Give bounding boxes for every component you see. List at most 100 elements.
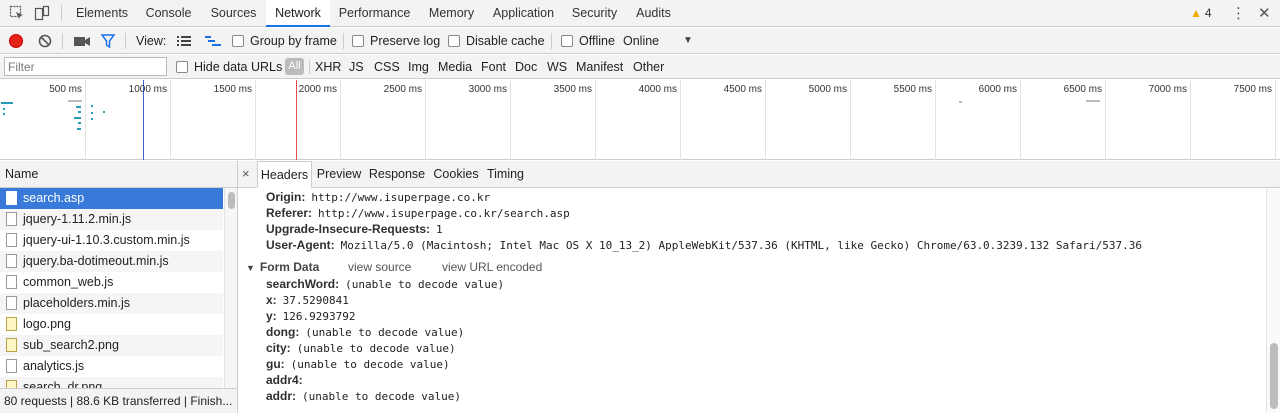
header-value[interactable]: http://www.isuperpage.co.kr/search.asp (318, 207, 570, 220)
clear-icon[interactable] (38, 34, 52, 48)
filter-type-media[interactable]: Media (438, 55, 472, 79)
throttling-select[interactable]: Online (623, 28, 659, 54)
details-tab-timing[interactable]: Timing (483, 161, 528, 187)
overview-tick-label: 2000 ms (298, 84, 337, 95)
tab-application[interactable]: Application (484, 0, 563, 27)
tab-console[interactable]: Console (137, 0, 200, 27)
request-row[interactable]: analytics.js (0, 356, 223, 377)
close-devtools-icon[interactable]: ✕ (1258, 0, 1271, 27)
preserve-log-checkbox[interactable]: Preserve log (352, 28, 440, 54)
hide-data-urls-checkbox[interactable]: Hide data URLs (176, 55, 282, 79)
scrollbar-thumb[interactable] (1270, 343, 1278, 409)
tab-audits[interactable]: Audits (626, 0, 681, 27)
disable-cache-checkbox[interactable]: Disable cache (448, 28, 545, 54)
view-url-encoded-link[interactable]: view URL encoded (442, 258, 542, 276)
collapse-triangle-icon[interactable]: ▼ (246, 263, 255, 273)
large-rows-icon[interactable] (177, 36, 191, 48)
tab-memory[interactable]: Memory (419, 0, 484, 27)
request-row[interactable]: search.asp (0, 188, 223, 209)
checkbox-box[interactable] (232, 35, 244, 47)
overview-request-bar (3, 113, 5, 115)
request-name: common_web.js (23, 275, 114, 289)
checkbox-box[interactable] (448, 35, 460, 47)
tab-elements[interactable]: Elements (67, 0, 137, 27)
waterfall-view-icon[interactable] (205, 36, 221, 48)
header-key: x: (266, 293, 277, 307)
checkbox-box[interactable] (352, 35, 364, 47)
header-value[interactable]: (unable to decode value) (305, 326, 464, 339)
request-row[interactable]: sub_search2.png (0, 335, 223, 356)
filter-type-img[interactable]: Img (408, 55, 429, 79)
more-options-icon[interactable]: ⋮ (1231, 0, 1246, 27)
filter-type-css[interactable]: CSS (374, 55, 400, 79)
record-button[interactable] (9, 34, 23, 48)
checkbox-box[interactable] (561, 35, 573, 47)
group-by-frame-checkbox[interactable]: Group by frame (232, 28, 337, 54)
document-file-icon (6, 359, 17, 373)
details-tab-cookies[interactable]: Cookies (430, 161, 482, 187)
overview-gridline (85, 80, 86, 160)
request-row[interactable]: jquery-1.11.2.min.js (0, 209, 223, 230)
network-overview[interactable]: 500 ms 1000 ms 1500 ms 2000 ms 2500 ms 3000 m… (0, 80, 1280, 160)
filter-type-doc[interactable]: Doc (515, 55, 537, 79)
header-value[interactable]: Mozilla/5.0 (Macintosh; Intel Mac OS X 1… (341, 239, 1142, 252)
scrollbar-thumb[interactable] (228, 192, 235, 209)
header-value[interactable]: (unable to decode value) (291, 358, 450, 371)
header-value[interactable]: (unable to decode value) (345, 278, 504, 291)
tab-performance[interactable]: Performance (330, 0, 419, 27)
request-row[interactable]: jquery-ui-1.10.3.custom.min.js (0, 230, 223, 251)
filter-type-ws[interactable]: WS (547, 55, 567, 79)
form-data-line: y: 126.9293792 (266, 308, 356, 324)
header-value[interactable]: (unable to decode value) (297, 342, 456, 355)
filter-type-other[interactable]: Other (633, 55, 664, 79)
request-row[interactable]: common_web.js (0, 272, 223, 293)
filter-type-xhr[interactable]: XHR (315, 55, 341, 79)
tab-network[interactable]: Network (266, 0, 330, 27)
filter-type-manifest[interactable]: Manifest (576, 55, 623, 79)
header-value[interactable]: 37.5290841 (283, 294, 349, 307)
warnings-counter[interactable]: ▲ 4 (1190, 0, 1212, 27)
network-summary: 80 requests | 88.6 KB transferred | Fini… (0, 388, 237, 413)
header-value[interactable]: 1 (436, 223, 443, 236)
close-details-icon[interactable]: × (242, 161, 250, 187)
inspect-element-icon[interactable] (9, 5, 25, 21)
chevron-down-icon[interactable]: ▼ (683, 28, 693, 54)
request-name: jquery.ba-dotimeout.min.js (23, 254, 169, 268)
header-value[interactable]: http://www.isuperpage.co.kr (311, 191, 490, 204)
device-toolbar-icon[interactable] (34, 5, 50, 21)
request-row[interactable]: logo.png (0, 314, 223, 335)
details-tab-response[interactable]: Response (366, 161, 428, 187)
toolbar-divider (551, 33, 552, 49)
overview-request-bar (91, 118, 93, 120)
header-key: city: (266, 341, 291, 355)
details-tab-preview[interactable]: Preview (313, 161, 365, 187)
filter-icon[interactable] (100, 34, 116, 49)
header-value[interactable]: 126.9293792 (283, 310, 356, 323)
filter-all-button[interactable]: All (285, 58, 304, 75)
details-tab-headers[interactable]: Headers (257, 161, 312, 188)
camera-icon[interactable] (74, 35, 90, 49)
filter-type-js[interactable]: JS (349, 55, 364, 79)
request-header-line: Upgrade-Insecure-Requests: 1 (266, 221, 443, 237)
filter-input[interactable] (4, 57, 167, 76)
overview-tick-label: 7500 ms (1233, 84, 1272, 95)
request-details-pane: × Headers Preview Response Cookies Timing Or… (238, 161, 1280, 413)
header-value[interactable]: (unable to decode value) (302, 390, 461, 403)
document-file-icon (6, 275, 17, 289)
request-row[interactable]: jquery.ba-dotimeout.min.js (0, 251, 223, 272)
name-column-header[interactable]: Name (0, 161, 237, 188)
tab-sources[interactable]: Sources (201, 0, 266, 27)
form-data-section[interactable]: ▼ Form Data view source view URL encoded (246, 258, 646, 276)
tab-security[interactable]: Security (563, 0, 626, 27)
overview-request-bar (1086, 100, 1100, 102)
checkbox-box[interactable] (176, 61, 188, 73)
offline-checkbox[interactable]: Offline (561, 28, 615, 54)
network-toolbar: View: Group by frame Preserve log Disabl… (0, 28, 1280, 54)
view-source-link[interactable]: view source (348, 258, 411, 276)
request-list-scrollbar[interactable] (224, 188, 237, 388)
filter-type-font[interactable]: Font (481, 55, 506, 79)
details-scrollbar[interactable] (1266, 188, 1280, 413)
form-data-line: city: (unable to decode value) (266, 340, 456, 356)
request-row[interactable]: placeholders.min.js (0, 293, 223, 314)
overview-request-bar (68, 100, 82, 102)
